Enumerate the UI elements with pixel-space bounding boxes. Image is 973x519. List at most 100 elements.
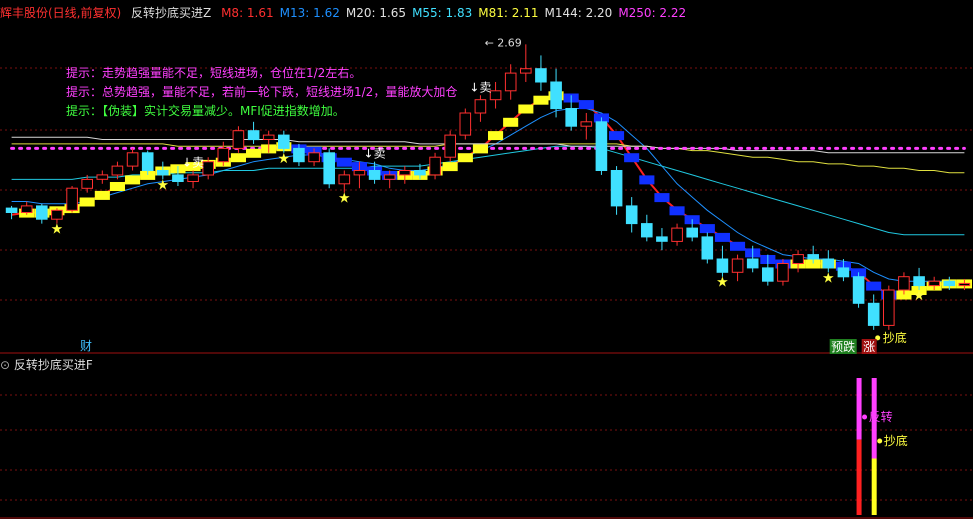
candle-body: [883, 289, 895, 326]
candle-body: [520, 68, 532, 74]
sub-signal-dot: [877, 438, 883, 444]
candle-body: [247, 130, 260, 141]
trend-block: [533, 95, 549, 105]
trend-block: [609, 131, 625, 141]
sub-bar-top: [871, 378, 877, 459]
trend-block: [472, 144, 488, 154]
trend-block: [246, 148, 262, 158]
sub-bar-top: [856, 378, 862, 440]
candle-body: [565, 108, 578, 127]
candle-body: [716, 258, 729, 273]
trend-block: [654, 193, 670, 203]
tip-line-1: 提示：走势趋强量能不足，短线进场，仓位在1/2左右。: [66, 66, 362, 80]
candle-body: [202, 161, 214, 176]
candle-body: [414, 170, 426, 176]
candle-body: [187, 174, 199, 182]
candle-body: [293, 147, 305, 163]
trend-block: [669, 206, 685, 216]
sell-signal-label: ↓卖: [469, 80, 491, 94]
zhang-label: 涨: [863, 339, 875, 354]
candle-body: [792, 254, 804, 265]
trend-block: [442, 162, 458, 172]
ma-legend-item: M13: 1.62: [279, 6, 340, 20]
sub-chaodi-label: 抄底: [884, 433, 908, 448]
trend-block: [336, 157, 352, 167]
star-signal-icon: ★: [822, 270, 835, 286]
candle-body: [217, 147, 230, 163]
candle-body: [595, 121, 608, 172]
candle-body: [671, 227, 683, 242]
trend-block: [639, 175, 655, 185]
trend-block: [230, 153, 246, 163]
star-signal-icon: ★: [278, 151, 291, 167]
candle-body: [5, 207, 18, 214]
star-signal-icon: ★: [338, 191, 351, 207]
candle-body: [913, 276, 925, 287]
trend-block: [488, 131, 504, 141]
trend-block: [457, 153, 473, 163]
trend-block: [578, 100, 594, 110]
candle-body: [852, 276, 865, 304]
candle-body: [777, 263, 789, 282]
sub-panel-title[interactable]: ⊙ 反转抄底买进F: [0, 356, 93, 373]
trend-block: [699, 224, 715, 234]
candle-body: [762, 267, 774, 282]
candle-body: [96, 174, 109, 180]
trend-block: [730, 241, 746, 251]
candle-body: [610, 170, 623, 207]
chart-header: 辉丰股份(日线,前复权) 反转抄底买进Z M8: 1.61 M13: 1.62 M2…: [0, 4, 698, 20]
candle-body: [126, 152, 139, 167]
trend-block: [714, 232, 730, 242]
star-signal-icon: ★: [913, 288, 926, 304]
candle-body: [353, 170, 366, 176]
candle-body: [641, 223, 653, 238]
stock-name[interactable]: 辉丰股份(日线,前复权): [0, 6, 121, 20]
chaodi-label: 抄底: [883, 330, 907, 345]
candle-body: [580, 121, 593, 127]
cai-label: 财: [80, 339, 92, 353]
candle-body: [459, 112, 472, 136]
candle-body: [867, 302, 880, 326]
candle-body: [474, 99, 487, 114]
high-price-label: ← 2.69: [485, 36, 522, 49]
indicator-name[interactable]: 反转抄底买进Z: [131, 6, 211, 20]
ma-legend-item: M8: 1.61: [221, 6, 274, 20]
candle-body: [489, 90, 502, 101]
candle-body: [746, 258, 759, 269]
candle-body: [550, 81, 562, 110]
candle-body: [686, 227, 699, 238]
tip-line-3: 提示：【伪装】实计交易量减少。MFI促进指数增加。: [66, 104, 345, 118]
trend-block: [503, 117, 519, 127]
candle-body: [656, 236, 668, 242]
star-signal-icon: ★: [51, 222, 64, 238]
candle-body: [928, 280, 941, 287]
trend-block: [94, 190, 110, 200]
candle-body: [399, 170, 411, 176]
candle-body: [278, 134, 290, 149]
candle-body: [429, 156, 441, 176]
sub-signal-dot: [862, 414, 868, 420]
candle-body: [898, 276, 910, 291]
candle-body: [232, 130, 245, 149]
candle-body: [51, 209, 63, 220]
ma-legend: M8: 1.61 M13: 1.62 M20: 1.65 M55: 1.83 M81: …: [221, 6, 692, 20]
ma-legend-item: M55: 1.83: [412, 6, 473, 20]
candle-body: [66, 187, 78, 211]
sell-signal-label: ↓卖: [364, 147, 386, 161]
trend-block: [518, 104, 534, 114]
ma-legend-item: M250: 2.22: [618, 6, 687, 20]
candle-body: [383, 174, 396, 180]
sub-bar-bottom: [856, 439, 862, 515]
collapse-icon[interactable]: ⊙: [0, 358, 10, 372]
candle-body: [157, 170, 169, 176]
trend-block: [624, 153, 640, 163]
ma-legend-item: M144: 2.20: [544, 6, 613, 20]
trend-block: [125, 175, 141, 185]
candle-body: [20, 205, 33, 213]
candle-body: [444, 134, 456, 158]
trend-block: [109, 182, 125, 191]
candle-body: [701, 236, 714, 260]
candle-body: [504, 72, 517, 92]
candle-body: [943, 280, 956, 287]
candle-body: [807, 254, 820, 260]
